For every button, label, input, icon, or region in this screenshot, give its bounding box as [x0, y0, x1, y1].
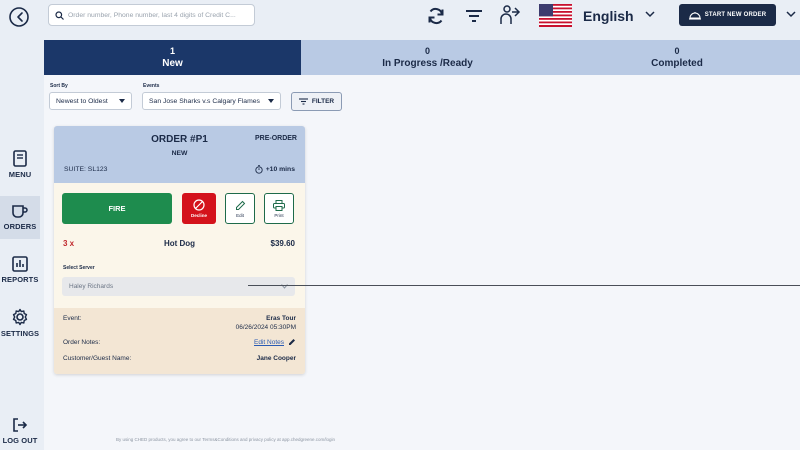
suite-number: SUITE: SL123: [64, 166, 108, 173]
print-button[interactable]: Print: [264, 193, 294, 224]
cloche-icon: [688, 11, 701, 20]
edit-button[interactable]: Edit: [225, 193, 255, 224]
fire-button-label: FIRE: [108, 204, 126, 213]
logout-icon: [13, 418, 28, 432]
book-icon: [13, 150, 27, 167]
drag-line: [248, 285, 800, 286]
print-button-label: Print: [274, 212, 284, 218]
pencil-icon: [289, 339, 295, 345]
tab-in-progress[interactable]: 0 In Progress /Ready: [301, 40, 554, 75]
ban-icon: [193, 199, 205, 211]
coffee-cup-icon: [12, 205, 28, 218]
search-box[interactable]: [48, 4, 255, 26]
sidebar-item-logout[interactable]: LOG OUT: [0, 417, 40, 445]
event-name: Eras Tour: [266, 315, 296, 322]
events-label: Events: [143, 83, 160, 89]
bar-chart-icon: [12, 256, 28, 272]
order-notes-label: Order Notes:: [63, 339, 101, 346]
stopwatch-icon: [255, 165, 263, 174]
order-details: Event: Eras Tour 06/26/2024 05:30PM Orde…: [54, 308, 305, 374]
customer-label: Customer/Guest Name:: [63, 355, 132, 362]
sidebar-item-label: LOG OUT: [2, 436, 38, 445]
start-new-order-button[interactable]: START NEW ORDER: [679, 4, 776, 26]
pencil-icon: [235, 200, 245, 210]
sidebar-item-label: ORDERS: [3, 222, 37, 231]
chevron-down-icon[interactable]: [786, 11, 796, 18]
order-timer: +10 mins: [255, 165, 295, 174]
sort-by-label: Sort By: [50, 83, 68, 89]
events-select[interactable]: San Jose Sharks v.s Calgary Flames: [142, 92, 281, 110]
printer-icon: [273, 199, 285, 211]
tab-count: 1: [169, 46, 175, 56]
customer-name: Jane Cooper: [256, 355, 296, 362]
server-assign-icon[interactable]: [500, 4, 524, 26]
sidebar-item-menu[interactable]: MENU: [0, 150, 40, 179]
edit-notes-label: Edit Notes: [254, 338, 284, 346]
sidebar-item-label: MENU: [8, 170, 32, 179]
decline-button-label: Decline: [190, 213, 207, 218]
tab-count: 0: [674, 46, 680, 56]
edit-button-label: Edit: [236, 212, 244, 218]
order-card[interactable]: ORDER #P1 PRE-ORDER NEW SUITE: SL123 +10…: [54, 126, 305, 374]
event-date: 06/26/2024 05:30PM: [235, 324, 296, 331]
decline-button[interactable]: Decline: [182, 193, 216, 224]
tab-count: 0: [424, 46, 430, 56]
order-time: +10 mins: [265, 166, 295, 173]
order-card-header: ORDER #P1 PRE-ORDER NEW SUITE: SL123 +10…: [54, 126, 305, 183]
server-select[interactable]: Haley Richards: [62, 277, 295, 296]
event-label: Event:: [63, 315, 82, 322]
events-value: San Jose Sharks v.s Calgary Flames: [149, 97, 260, 105]
order-status: NEW: [171, 150, 188, 157]
terms-notice: By using CHED products, you agree to our…: [116, 437, 336, 442]
search-icon: [55, 10, 64, 20]
order-type: PRE-ORDER: [254, 135, 297, 142]
sort-by-value: Newest to Oldest: [56, 97, 108, 105]
sidebar-item-orders[interactable]: ORDERS: [0, 196, 40, 239]
server-value: Haley Richards: [69, 283, 114, 290]
tab-label: Completed: [651, 58, 703, 69]
gear-icon: [12, 308, 28, 326]
filter-lines-icon[interactable]: [465, 9, 483, 23]
start-new-order-label: START NEW ORDER: [704, 12, 767, 18]
sidebar-item-settings[interactable]: SETTINGS: [0, 308, 40, 338]
search-input[interactable]: [68, 11, 248, 19]
chevron-down-icon[interactable]: [645, 11, 655, 18]
tab-new[interactable]: 1 New: [44, 40, 301, 75]
filter-button-label: FILTER: [311, 98, 335, 105]
order-status-tabs: 1 New 0 In Progress /Ready 0 Completed: [44, 40, 800, 75]
caret-down-icon: [119, 99, 125, 103]
edit-notes-link[interactable]: Edit Notes: [254, 338, 296, 346]
sidebar-item-label: REPORTS: [1, 275, 39, 284]
filter-icon: [298, 98, 308, 105]
item-name: Hot Dog: [163, 239, 196, 248]
us-flag-icon[interactable]: [539, 4, 572, 27]
language-selector[interactable]: English: [583, 8, 634, 24]
sidebar: MENU ORDERS REPORTS SETTINGS LOG OUT: [0, 0, 40, 450]
sidebar-item-label: SETTINGS: [0, 329, 40, 338]
sort-by-select[interactable]: Newest to Oldest: [49, 92, 132, 110]
tab-label: New: [162, 58, 183, 69]
refresh-icon[interactable]: [426, 6, 446, 26]
filter-button[interactable]: FILTER: [291, 92, 342, 111]
tab-label: In Progress /Ready: [382, 58, 473, 69]
select-server-label: Select Server: [63, 265, 95, 271]
orders-panel: 1 New 0 In Progress /Ready 0 Completed S…: [44, 40, 800, 450]
tab-completed[interactable]: 0 Completed: [554, 40, 800, 75]
item-price: $39.60: [270, 239, 295, 248]
fire-button[interactable]: FIRE: [62, 193, 172, 224]
sidebar-item-reports[interactable]: REPORTS: [0, 256, 40, 284]
app-logo[interactable]: [8, 6, 30, 28]
caret-down-icon: [268, 99, 274, 103]
